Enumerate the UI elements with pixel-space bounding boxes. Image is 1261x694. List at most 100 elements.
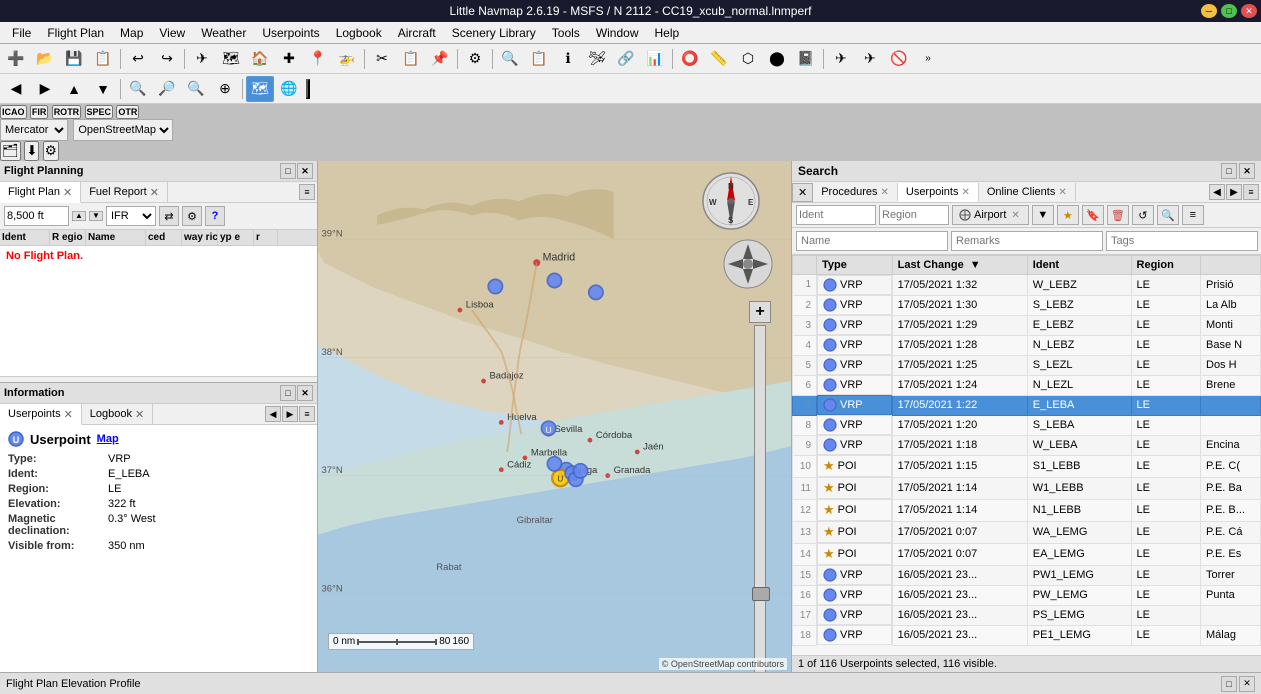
search-tab-userpoints[interactable]: Userpoints ✕ — [898, 183, 979, 202]
filter-bookmark-btn[interactable]: 🔖 — [1082, 205, 1104, 225]
tb-open-btn[interactable]: 📂 — [31, 46, 59, 72]
altitude-input[interactable] — [4, 206, 69, 226]
info-tab-userpoints[interactable]: Userpoints ✕ — [0, 404, 82, 425]
search-tabs-extra-btn[interactable]: ≡ — [1243, 184, 1259, 200]
tb-home-btn[interactable]: 🏠 — [246, 46, 274, 72]
results-scroll[interactable]: Type Last Change ▼ Ident Region 1 — [792, 255, 1261, 655]
tb-copy-btn[interactable]: 📋 — [397, 46, 425, 72]
menu-userpoints[interactable]: Userpoints — [254, 24, 327, 42]
tb2-download-btn[interactable]: ⬇ — [24, 141, 39, 161]
tb-procedures-btn[interactable]: 📋 — [525, 46, 553, 72]
tb-info-btn[interactable]: ℹ — [554, 46, 582, 72]
table-row[interactable]: 4 VRP 17/05/2021 1:28 N_LEBZ LE Base N — [793, 335, 1261, 355]
tb2-zoom-home-btn[interactable]: 🔍 — [124, 76, 152, 102]
fp-restore-btn[interactable]: □ — [280, 163, 296, 179]
menu-tools[interactable]: Tools — [544, 24, 588, 42]
name-filter-input[interactable] — [796, 231, 948, 251]
table-row[interactable]: 16 VRP 16/05/2021 23... PW_LEMG LE Punta — [793, 585, 1261, 605]
tb-redo-btn[interactable]: ↪ — [153, 46, 181, 72]
info-tab-userpoints-close[interactable]: ✕ — [64, 408, 73, 421]
search-restore-btn[interactable]: □ — [1221, 163, 1237, 179]
table-row[interactable]: 14 ★ POI 17/05/2021 0:07 EA_LEMG LE P.E.… — [793, 543, 1261, 565]
search-tab-userpoints-close[interactable]: ✕ — [961, 187, 969, 198]
fp-calc-btn[interactable]: ⚙ — [182, 206, 202, 226]
tb-new-btn[interactable]: ➕ — [2, 46, 30, 72]
info-tab-prev-btn[interactable]: ◀ — [265, 406, 281, 422]
tb-saveas-btn[interactable]: 📋 — [89, 46, 117, 72]
tb-sim-btn[interactable]: 🛩 — [583, 46, 611, 72]
col-ident[interactable]: Ident — [1027, 256, 1131, 275]
fp-help-btn[interactable]: ? — [205, 206, 225, 226]
altitude-up-btn[interactable]: ▲ — [72, 211, 86, 221]
table-row[interactable]: 2 VRP 17/05/2021 1:30 S_LEBZ LE La Alb — [793, 295, 1261, 315]
info-tab-next-btn[interactable]: ▶ — [282, 406, 298, 422]
tab-scroll-left-btn[interactable]: ◀ — [1209, 184, 1225, 200]
altitude-down-btn[interactable]: ▼ — [89, 211, 103, 221]
search-tab-procedures[interactable]: Procedures ✕ — [813, 183, 898, 201]
table-row[interactable]: 10 ★ POI 17/05/2021 1:15 S1_LEBB LE P.E.… — [793, 455, 1261, 477]
tb-airport-btn[interactable]: ✈ — [188, 46, 216, 72]
tileset-select[interactable]: OpenStreetMap OpenTopoMap — [73, 119, 173, 141]
fp-swap-btn[interactable]: ⇄ — [159, 206, 179, 226]
col-lastchange[interactable]: Last Change ▼ — [892, 256, 1027, 275]
fp-resize-handle[interactable] — [0, 376, 317, 382]
region-filter-input[interactable] — [879, 205, 949, 225]
info-tab-logbook-close[interactable]: ✕ — [135, 408, 144, 421]
bottom-restore-btn[interactable]: □ — [1221, 676, 1237, 692]
tb-range-btn[interactable]: ⭕ — [676, 46, 704, 72]
table-row[interactable]: 8 VRP 17/05/2021 1:20 S_LEBA LE — [793, 415, 1261, 435]
zoom-in-btn[interactable]: + — [749, 301, 771, 323]
tb-more-btn[interactable]: » — [914, 46, 942, 72]
info-tabs-extra-btn[interactable]: ≡ — [299, 406, 315, 422]
tb2-zoom-out-btn[interactable]: 🔍 — [182, 76, 210, 102]
table-row[interactable]: 5 VRP 17/05/2021 1:25 S_LEZL LE Dos H — [793, 355, 1261, 375]
search-tab-procedures-close[interactable]: ✕ — [880, 187, 888, 198]
map-area[interactable]: Madrid Lisboa Badajoz Huelva Sevilla Cór… — [318, 161, 791, 672]
fp-close-btn[interactable]: ✕ — [297, 163, 313, 179]
tb2-otr-btn[interactable]: OTR — [116, 105, 139, 119]
tb-search-btn[interactable]: 🔍 — [496, 46, 524, 72]
search-close-btn[interactable]: ✕ — [1239, 163, 1255, 179]
tb2-fir-btn[interactable]: FIR — [30, 105, 49, 119]
airport-filter-btn[interactable]: Airport ✕ — [952, 205, 1029, 225]
tb2-settings2-btn[interactable]: ⚙ — [43, 141, 59, 161]
tb2-sat-btn[interactable]: 🌐 — [275, 76, 303, 102]
menu-aircraft[interactable]: Aircraft — [390, 24, 444, 42]
col-region[interactable]: Region — [1131, 256, 1200, 275]
search-tab-onlineclients[interactable]: Online Clients ✕ — [979, 183, 1076, 201]
tb2-zoom-all-btn[interactable]: ⊕ — [211, 76, 239, 102]
tb-mark-btn[interactable]: ✚ — [275, 46, 303, 72]
menu-window[interactable]: Window — [588, 24, 647, 42]
close-button[interactable]: ✕ — [1241, 4, 1257, 18]
menu-map[interactable]: Map — [112, 24, 151, 42]
tb2-map-btn[interactable]: 🗺 — [246, 76, 274, 102]
info-close-btn[interactable]: ✕ — [297, 385, 313, 401]
tb-undo-btn[interactable]: ↩ — [124, 46, 152, 72]
tb-save-btn[interactable]: 💾 — [60, 46, 88, 72]
tb-aircraft-btn[interactable]: 🚁 — [333, 46, 361, 72]
tb2-up-btn[interactable]: ▲ — [60, 76, 88, 102]
tab-scroll-right-btn[interactable]: ▶ — [1226, 184, 1242, 200]
tb-ai2-btn[interactable]: ✈ — [856, 46, 884, 72]
menu-logbook[interactable]: Logbook — [328, 24, 390, 42]
table-row[interactable]: 1 VRP 17/05/2021 1:32 W_LEBZ LE Prisió — [793, 275, 1261, 296]
table-row[interactable]: 13 ★ POI 17/05/2021 0:07 WA_LEMG LE P.E.… — [793, 521, 1261, 543]
info-restore-btn[interactable]: □ — [280, 385, 296, 401]
projection-select[interactable]: Mercator Spherical — [0, 119, 68, 141]
col-num[interactable] — [793, 256, 817, 275]
menu-help[interactable]: Help — [647, 24, 688, 42]
table-row[interactable]: 17 VRP 16/05/2021 23... PS_LEMG LE — [793, 605, 1261, 625]
filter-delete-btn[interactable]: 🗑 — [1107, 205, 1129, 225]
table-row[interactable]: 12 ★ POI 17/05/2021 1:14 N1_LEBB LE P.E.… — [793, 499, 1261, 521]
fp-tabs-extra-btn[interactable]: ≡ — [299, 184, 315, 200]
fp-tab-flightplan-close[interactable]: ✕ — [63, 186, 72, 199]
tb-cut-btn[interactable]: ✂ — [368, 46, 396, 72]
tb2-layers-btn[interactable]: 🗂 — [0, 141, 21, 161]
info-tab-logbook[interactable]: Logbook ✕ — [82, 404, 153, 424]
ident-filter-input[interactable] — [796, 205, 876, 225]
table-row[interactable]: 18 VRP 16/05/2021 23... PE1_LEMG LE Mála… — [793, 625, 1261, 645]
bottom-close-btn[interactable]: ✕ — [1239, 676, 1255, 692]
zoom-track[interactable] — [754, 325, 766, 672]
menu-file[interactable]: File — [4, 24, 39, 42]
search-tab-onlineclients-close[interactable]: ✕ — [1058, 187, 1066, 198]
